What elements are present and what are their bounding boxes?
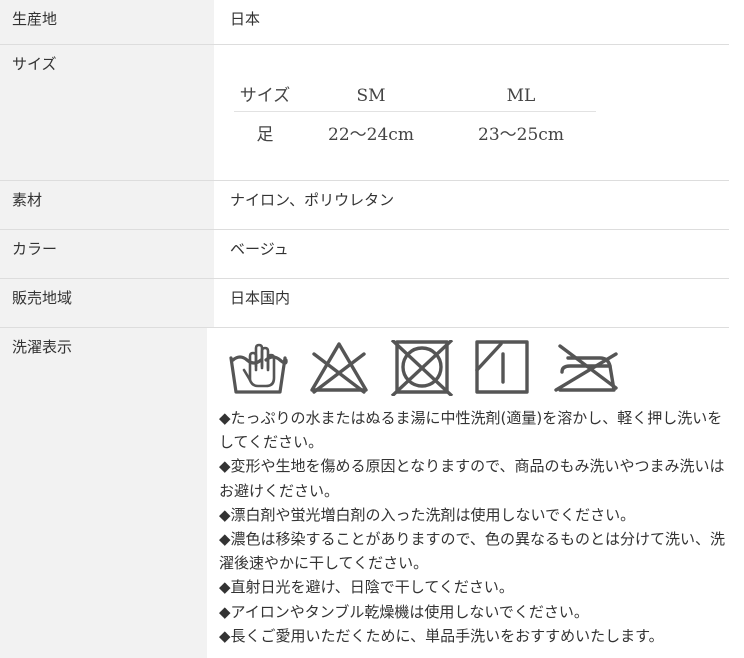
care-note: ◆変形や生地を傷める原因となりますので、商品のもみ洗いやつまみ洗いはお避けくださ… [219, 457, 725, 500]
row-value-size: サイズ SM ML 足 22～24cm 23～25cm [214, 45, 729, 180]
care-note: ◆たっぷりの水またはぬるま湯に中性洗剤(適量)を溶かし、軽く押し洗いをしてくださ… [219, 409, 723, 452]
size-table: サイズ SM ML 足 22～24cm 23～25cm [234, 80, 596, 151]
row-value-origin: 日本 [230, 10, 261, 28]
size-row-label: 足 [256, 124, 274, 145]
care-notes: ◆たっぷりの水またはぬるま湯に中性洗剤(適量)を溶かし、軽く押し洗いをしてくださ… [219, 406, 729, 648]
hand-wash-icon [229, 343, 288, 394]
care-note: ◆アイロンやタンブル乾燥機は使用しないでください。 [219, 602, 589, 621]
no-iron-icon [554, 344, 618, 392]
row-size: サイズ サイズ SM ML 足 22～24cm 23～25cm [0, 45, 729, 181]
care-note: ◆直射日光を避け、日陰で干してください。 [219, 578, 514, 597]
size-table-header: サイズ SM ML [234, 80, 596, 112]
care-icons [228, 340, 729, 400]
row-label-color: カラー [0, 230, 214, 278]
row-wash: 洗濯表示 ◆たっぷりの水またはぬるま湯に中性洗剤(適量)を溶かし、軽く押し洗いを… [0, 328, 729, 658]
spec-table: 生産地 日本 サイズ サイズ SM ML 足 22～24cm 23～25cm 素… [0, 0, 729, 658]
row-value-material: ナイロン、ポリウレタン [230, 191, 395, 209]
size-table-row: 足 22～24cm 23～25cm [234, 112, 596, 152]
row-origin: 生産地 日本 [0, 0, 729, 45]
row-value-color: ベージュ [230, 240, 289, 258]
row-label-origin: 生産地 [0, 0, 214, 44]
row-color: カラー ベージュ [0, 230, 729, 279]
drip-dry-shade-icon [475, 340, 529, 394]
no-bleach-icon [310, 342, 368, 394]
row-material: 素材 ナイロン、ポリウレタン [0, 181, 729, 230]
row-area: 販売地域 日本国内 [0, 279, 729, 328]
care-note: ◆長くご愛用いただくために、単品手洗いをおすすめいたします。 [219, 626, 664, 645]
row-value-wash: ◆たっぷりの水またはぬるま湯に中性洗剤(適量)を溶かし、軽く押し洗いをしてくださ… [207, 328, 729, 658]
size-header-ml: ML [446, 80, 596, 112]
size-header-label: サイズ [234, 80, 296, 112]
size-header-sm: SM [296, 80, 446, 112]
care-note: ◆濃色は移染することがありますので、色の異なるものとは分けて洗い、洗濯後速やかに… [219, 530, 725, 573]
row-label-wash: 洗濯表示 [0, 328, 207, 658]
row-label-area: 販売地域 [0, 279, 214, 327]
row-label-size: サイズ [0, 45, 214, 180]
row-value-area: 日本国内 [230, 289, 291, 307]
no-tumble-dry-icon [390, 340, 454, 396]
size-row-ml: 23～25cm [478, 124, 564, 145]
care-note: ◆漂白剤や蛍光増白剤の入った洗剤は使用しないでください。 [219, 505, 636, 524]
size-row-sm: 22～24cm [328, 124, 414, 145]
row-label-material: 素材 [0, 181, 214, 229]
